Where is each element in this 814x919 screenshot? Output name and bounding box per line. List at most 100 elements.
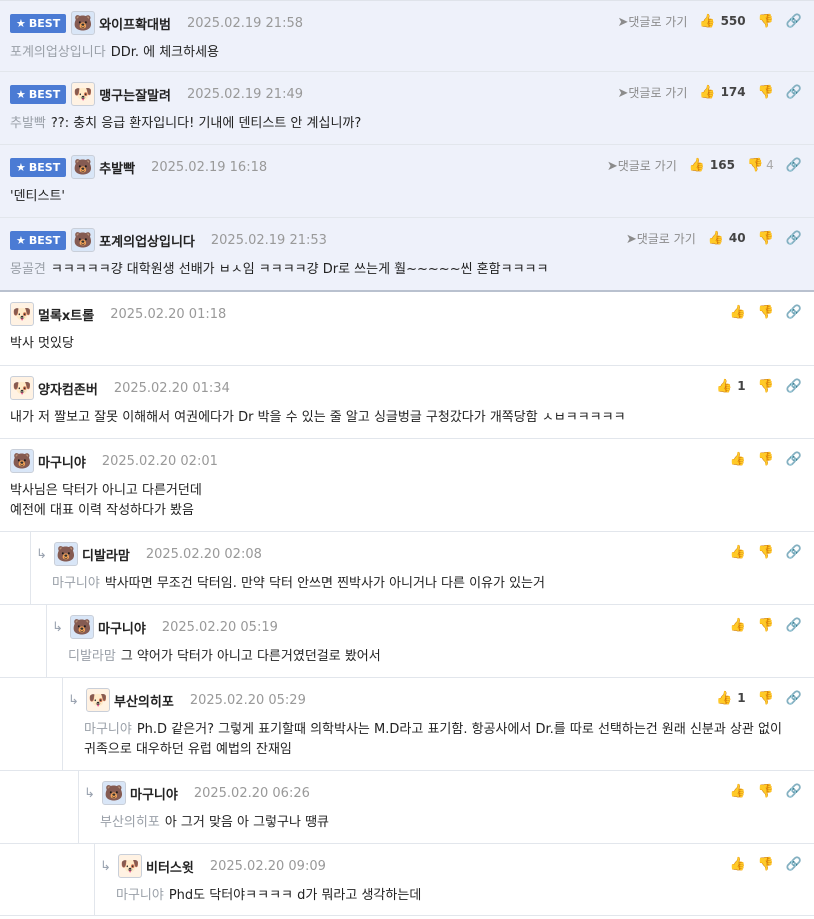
avatar[interactable]: 🐻 <box>71 11 96 35</box>
dislike-button[interactable]: 👎 <box>758 231 774 246</box>
like-button[interactable]: 👍 <box>729 618 745 633</box>
comment-date: 2025.02.20 01:34 <box>113 380 230 396</box>
dislike-button[interactable]: 👎 <box>758 379 774 394</box>
comment-header: ↳ 🐻 디발라맘 2025.02.20 02:08 👍 👎 🔗 <box>36 542 814 566</box>
comment-text: ㅋㅋㅋㅋㅋ걍 대학원생 선배가 ㅂㅅ임 ㅋㅋㅋㅋ걍 Dr로 쓰는게 훨~~~~~… <box>50 262 549 277</box>
author-name[interactable]: 양자컴존버 <box>38 379 98 398</box>
mention-name[interactable]: 포계의업상입니다 <box>10 45 106 60</box>
like-button[interactable]: 👍 1 <box>716 379 746 394</box>
avatar[interactable]: 🐶 <box>10 302 34 326</box>
like-button[interactable]: 👍 165 <box>689 158 735 173</box>
like-button[interactable]: 👍 550 <box>699 14 745 29</box>
go-to-comment-link[interactable]: ➤ 댓글로 가기 <box>607 157 677 174</box>
like-button[interactable]: 👍 <box>729 784 745 799</box>
mention-name[interactable]: 부산의히포 <box>100 815 160 830</box>
dislike-button[interactable]: 👎 4 <box>747 158 774 173</box>
comment-header: ★ BEST 🐻 추발빡 2025.02.19 16:18 ➤ 댓글로 가기 👍 165 👎 4 🔗 <box>10 155 814 179</box>
best-label: BEST <box>28 16 61 30</box>
like-button[interactable]: 👍 <box>729 857 745 872</box>
author-name[interactable]: 포계의업상입니다 <box>99 231 195 250</box>
comment-item: ★ BEST 🐻 와이프확대범 2025.02.19 21:58 ➤ 댓글로 가기 👍 550… <box>0 1 814 72</box>
link-icon[interactable]: 🔗 <box>786 231 802 246</box>
author-name[interactable]: 디발라맘 <box>82 545 130 564</box>
mention-name[interactable]: 추발빡 <box>10 116 46 131</box>
dislike-button[interactable]: 👎 <box>758 691 774 706</box>
author-name[interactable]: 마구니야 <box>38 452 86 471</box>
author-name[interactable]: 멀록x트롤 <box>38 305 94 324</box>
comment-item: ★ BEST 🐻 포계의업상입니다 2025.02.19 21:53 ➤ 댓글로 가기 👍 4… <box>0 218 814 292</box>
thumbs-up-icon: 👍 <box>729 856 746 872</box>
thumbs-down-icon: 👎 <box>757 690 774 706</box>
avatar[interactable]: 🐻 <box>102 781 126 805</box>
comment-text-line: 박사 멋있당 <box>10 334 794 354</box>
arrow-icon: ➤ <box>606 158 618 174</box>
dislike-button[interactable]: 👎 <box>758 784 774 799</box>
author-name[interactable]: 와이프확대범 <box>99 14 171 33</box>
link-icon[interactable]: 🔗 <box>786 452 802 467</box>
comment-item: ↳ 🐻 마구니야 2025.02.20 05:19 👍 👎 🔗 디발라맘 그 약어가 닥터가 아… <box>0 605 814 678</box>
author-name[interactable]: 맹구는잘말려 <box>99 85 171 104</box>
mention-name[interactable]: 몽골견 <box>10 262 46 277</box>
mention-name[interactable]: 마구니야 <box>116 888 164 903</box>
like-button[interactable]: 👍 <box>729 452 745 467</box>
avatar[interactable]: 🐶 <box>71 82 96 106</box>
link-icon[interactable]: 🔗 <box>786 545 802 560</box>
link-icon[interactable]: 🔗 <box>786 784 802 799</box>
dislike-button[interactable]: 👎 <box>758 14 774 29</box>
link-icon[interactable]: 🔗 <box>786 305 802 320</box>
avatar[interactable]: 🐻 <box>71 155 96 179</box>
go-to-comment-link[interactable]: ➤ 댓글로 가기 <box>617 13 687 30</box>
thumbs-down-icon: 👎 <box>757 856 774 872</box>
go-to-comment-link[interactable]: ➤ 댓글로 가기 <box>617 84 687 101</box>
comment-text: '덴티스트' <box>10 189 65 204</box>
link-icon[interactable]: 🔗 <box>786 85 802 100</box>
link-icon[interactable]: 🔗 <box>786 14 802 29</box>
thumbs-up-icon: 👍 <box>716 690 733 706</box>
link-icon[interactable]: 🔗 <box>786 618 802 633</box>
go-to-comment-link[interactable]: ➤ 댓글로 가기 <box>626 230 696 247</box>
avatar[interactable]: 🐻 <box>71 228 96 252</box>
author-name[interactable]: 비터스윗 <box>146 857 194 876</box>
dislike-button[interactable]: 👎 <box>758 85 774 100</box>
go-to-comment-label: 댓글로 가기 <box>617 158 677 173</box>
comment-list: ★ BEST 🐻 와이프확대범 2025.02.19 21:58 ➤ 댓글로 가기 👍 550… <box>0 0 814 916</box>
avatar[interactable]: 🐶 <box>10 376 34 400</box>
dislike-button[interactable]: 👎 <box>758 618 774 633</box>
star-icon: ★ <box>16 160 26 174</box>
dislike-button[interactable]: 👎 <box>758 857 774 872</box>
thumbs-up-icon: 👍 <box>699 13 716 29</box>
link-icon[interactable]: 🔗 <box>786 379 802 394</box>
link-icon[interactable]: 🔗 <box>786 158 802 173</box>
comment-date: 2025.02.20 09:09 <box>209 858 326 874</box>
author-name[interactable]: 마구니야 <box>130 784 178 803</box>
author-name[interactable]: 부산의히포 <box>114 691 174 710</box>
reply-arrow-icon: ↳ <box>52 619 63 635</box>
comment-text-line: 몽골견 ㅋㅋㅋㅋㅋ걍 대학원생 선배가 ㅂㅅ임 ㅋㅋㅋㅋ걍 Dr로 쓰는게 훨~~… <box>10 260 794 280</box>
like-button[interactable]: 👍 40 <box>708 231 746 246</box>
author-name[interactable]: 추발빡 <box>99 158 135 177</box>
mention-name[interactable]: 디발라맘 <box>68 649 116 664</box>
mention-name[interactable]: 마구니야 <box>84 722 132 737</box>
avatar[interactable]: 🐻 <box>70 615 94 639</box>
comment-actions: 👍 👎 🔗 <box>729 447 802 471</box>
avatar[interactable]: 🐶 <box>118 854 142 878</box>
link-icon[interactable]: 🔗 <box>786 691 802 706</box>
dislike-button[interactable]: 👎 <box>758 452 774 467</box>
star-icon: ★ <box>16 233 26 247</box>
comment-text-line: 박사님은 닥터가 아니고 다른거던데 <box>10 481 794 501</box>
reply-arrow-icon: ↳ <box>68 692 79 708</box>
dislike-button[interactable]: 👎 <box>758 305 774 320</box>
comment-text: 아 그거 맞음 아 그렇구나 땡큐 <box>164 815 329 830</box>
like-button[interactable]: 👍 174 <box>699 85 745 100</box>
like-button[interactable]: 👍 1 <box>716 691 746 706</box>
avatar[interactable]: 🐻 <box>54 542 78 566</box>
mention-name[interactable]: 마구니야 <box>52 576 100 591</box>
dislike-button[interactable]: 👎 <box>758 545 774 560</box>
link-icon[interactable]: 🔗 <box>786 857 802 872</box>
author-name[interactable]: 마구니야 <box>98 618 146 637</box>
like-button[interactable]: 👍 <box>729 305 745 320</box>
avatar[interactable]: 🐶 <box>86 688 110 712</box>
thumbs-down-icon: 👎 <box>757 13 774 29</box>
like-button[interactable]: 👍 <box>729 545 745 560</box>
avatar[interactable]: 🐻 <box>10 449 34 473</box>
